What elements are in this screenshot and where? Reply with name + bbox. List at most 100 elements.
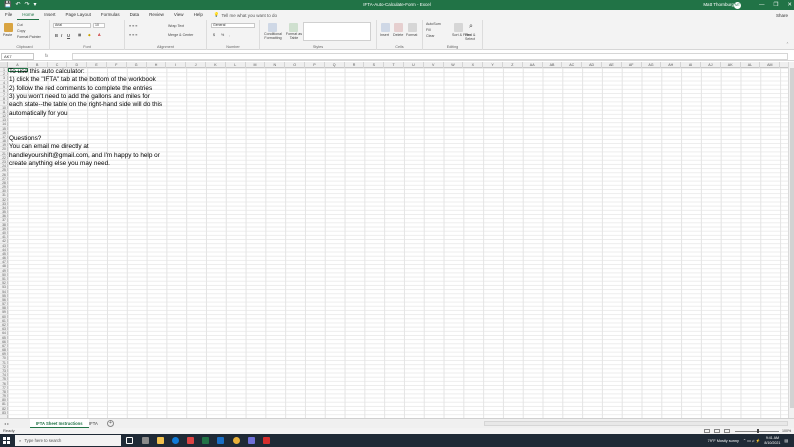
edge-icon[interactable] — [172, 437, 179, 444]
percent-button[interactable]: % — [221, 33, 224, 37]
cut-button[interactable]: Cut — [17, 23, 23, 27]
excel-icon[interactable] — [202, 437, 209, 444]
paste-button[interactable]: Paste — [3, 33, 12, 37]
redo-icon[interactable]: ↷ — [25, 0, 30, 10]
app-icon-red[interactable] — [187, 437, 194, 444]
conditional-formatting-icon[interactable] — [268, 23, 277, 32]
tab-data[interactable]: Data — [125, 10, 145, 20]
font-size-select[interactable]: 10 — [93, 23, 105, 28]
minimize-button[interactable]: — — [759, 0, 765, 10]
cell-text-line[interactable]: You can email me directly at — [9, 143, 89, 151]
scroll-thumb[interactable] — [790, 68, 794, 408]
format-cells-icon[interactable] — [408, 23, 417, 32]
windows-start-icon[interactable] — [3, 437, 10, 444]
zoom-slider-handle[interactable] — [757, 429, 759, 433]
undo-icon[interactable]: ↶ — [15, 0, 20, 10]
tab-home[interactable]: Home — [17, 10, 40, 20]
app-icon-purple[interactable] — [248, 437, 255, 444]
delete-cells-icon[interactable] — [394, 23, 403, 32]
insert-button[interactable]: Insert — [380, 33, 389, 37]
font-color-icon[interactable]: A — [98, 33, 101, 37]
tab-page-layout[interactable]: Page Layout — [61, 10, 96, 20]
clock[interactable]: 9:41 AM 8/10/2021 — [764, 436, 780, 445]
tab-review[interactable]: Review — [144, 10, 169, 20]
app-icon[interactable] — [142, 437, 149, 444]
bold-button[interactable]: B — [55, 33, 58, 38]
row-header[interactable]: 83 — [0, 411, 8, 415]
italic-button[interactable]: I — [61, 33, 62, 38]
formula-input[interactable] — [72, 52, 788, 60]
cell-text-line[interactable]: Questions? — [9, 135, 41, 143]
sort-filter-icon[interactable] — [454, 23, 463, 32]
normal-view-button[interactable] — [704, 429, 710, 433]
cell-area[interactable] — [8, 68, 788, 418]
notifications-icon[interactable]: ▤ — [784, 438, 788, 443]
merge-center-button[interactable]: Merge & Center — [168, 33, 193, 37]
tell-me-search[interactable]: 💡 Tell me what you want to do — [208, 12, 277, 18]
paste-icon[interactable] — [4, 23, 13, 32]
comma-button[interactable]: , — [229, 33, 230, 37]
worksheet-grid[interactable]: A B C D E F G H I J K L M N O P Q R S T U V W X Y Z AA AB AC AD AE AF AG… — [0, 62, 788, 418]
weather-widget[interactable]: 79°F Mostly sunny — [708, 439, 739, 443]
font-name-select[interactable]: Arial — [53, 23, 91, 28]
tab-view[interactable]: View — [169, 10, 189, 20]
format-painter-button[interactable]: Format Painter — [17, 35, 41, 39]
align-top-icon[interactable]: ≡ ≡ ≡ — [129, 24, 137, 28]
align-left-icon[interactable]: ≡ ≡ ≡ — [129, 33, 137, 37]
tab-insert[interactable]: Insert — [39, 10, 60, 20]
share-button[interactable]: Share — [776, 13, 788, 18]
conditional-formatting-button[interactable]: Conditional Formatting — [262, 32, 284, 41]
underline-button[interactable]: U — [67, 33, 70, 38]
insert-cells-icon[interactable] — [381, 23, 390, 32]
horizontal-scrollbar[interactable] — [484, 421, 788, 426]
cell-text-line[interactable]: 1) click the "IFTA" tab at the bottom of… — [9, 76, 156, 84]
sheet-nav-arrows[interactable]: ◂ ▸ — [4, 421, 9, 426]
collapse-ribbon-icon[interactable]: ⌃ — [786, 42, 789, 46]
find-select-button[interactable]: Find & Select — [465, 33, 482, 41]
format-table-icon[interactable] — [289, 23, 298, 32]
vertical-scrollbar[interactable] — [788, 62, 794, 418]
page-layout-view-button[interactable] — [714, 429, 720, 433]
sheet-tab-instructions[interactable]: IFTA Sheet Instructions — [30, 419, 89, 428]
delete-button[interactable]: Delete — [393, 33, 403, 37]
cell-text-line[interactable]: 3) you won't need to add the gallons and… — [9, 93, 150, 101]
tab-formulas[interactable]: Formulas — [96, 10, 125, 20]
cell-text-line[interactable]: handleyourshift@gmail.com, and I'm happy… — [9, 152, 160, 160]
acrobat-icon[interactable] — [263, 437, 270, 444]
number-format-select[interactable]: General — [211, 23, 255, 28]
word-icon[interactable] — [217, 437, 224, 444]
taskbar-search[interactable]: ⌕ Type here to search — [15, 435, 121, 446]
autosum-button[interactable]: AutoSum — [426, 22, 441, 26]
add-sheet-button[interactable]: + — [107, 420, 114, 427]
clear-button[interactable]: Clear — [426, 34, 435, 38]
tab-help[interactable]: Help — [189, 10, 208, 20]
tray-icons[interactable]: ⌃ ▭ ♫ ⚡ — [743, 438, 761, 443]
save-icon[interactable]: 💾 — [4, 0, 11, 10]
copy-button[interactable]: Copy — [17, 29, 25, 33]
tab-file[interactable]: File — [0, 10, 17, 20]
cell-text-line[interactable]: create anything else you may need. — [9, 160, 110, 168]
sheet-tab-ifta[interactable]: IFTA — [83, 419, 104, 428]
format-as-table-button[interactable]: Format as Table — [285, 32, 303, 41]
close-button[interactable]: ✕ — [787, 0, 792, 10]
find-icon[interactable]: ⌕ — [469, 23, 473, 31]
fx-icon[interactable]: fx — [45, 53, 48, 58]
format-button[interactable]: Format — [406, 33, 417, 37]
cell-styles-gallery[interactable] — [303, 22, 371, 41]
file-explorer-icon[interactable] — [157, 437, 164, 444]
user-name[interactable]: Matt Thornburg — [703, 0, 734, 10]
avatar[interactable]: MT — [734, 1, 741, 9]
task-view-icon[interactable] — [126, 437, 133, 444]
restore-button[interactable]: ❐ — [773, 0, 778, 10]
fill-color-icon[interactable]: ◆ — [88, 33, 91, 37]
cell-text-line[interactable]: To use this auto calculator: — [9, 68, 85, 76]
chrome-icon[interactable] — [233, 437, 240, 444]
page-break-view-button[interactable] — [724, 429, 730, 433]
cell-text-line[interactable]: 2) follow the red comments to complete t… — [9, 85, 152, 93]
borders-icon[interactable]: ▦ — [78, 33, 81, 37]
fill-button[interactable]: Fill — [426, 28, 431, 32]
customize-qa-icon[interactable]: ▾ — [34, 0, 37, 10]
currency-button[interactable]: $ — [213, 33, 215, 37]
name-box[interactable]: AK7 — [1, 52, 34, 60]
wrap-text-button[interactable]: Wrap Text — [168, 24, 184, 28]
